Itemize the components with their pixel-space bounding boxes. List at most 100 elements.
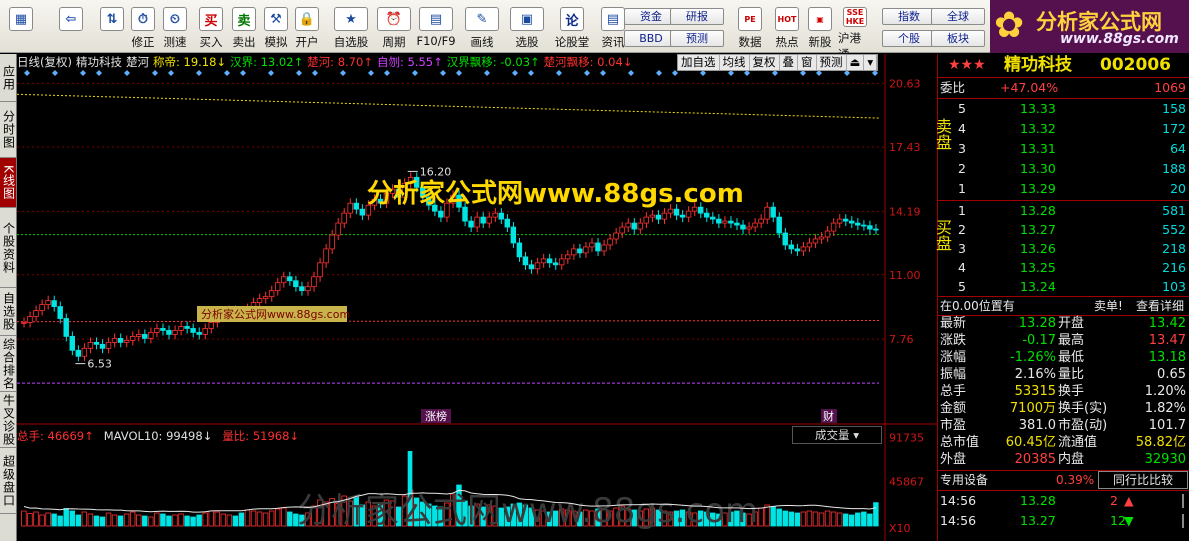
volume-bar	[105, 512, 112, 527]
toolbar-label: 画线	[470, 35, 494, 49]
chart-tool-7[interactable]: ▾	[864, 55, 878, 70]
toolbar-small-button-7[interactable]: 板块	[931, 30, 985, 47]
signal-diamond	[440, 70, 446, 76]
scrollbar[interactable]	[1182, 514, 1186, 528]
high-price-label: 16.20	[420, 165, 452, 178]
toolbar-button-9[interactable]: ★ 自选股	[330, 5, 372, 51]
title-item-8: 楚河飘移: 0.04↓	[543, 55, 633, 69]
toolbar-button-16[interactable]: PE 数据	[733, 5, 767, 51]
side-tab-4[interactable]: 自选股	[0, 288, 16, 336]
toolbar-button-11[interactable]: ▤ F10/F9	[415, 5, 457, 51]
sell-order-row[interactable]: 5 13.33 158	[938, 99, 1189, 119]
toolbar-button-18[interactable]: ▣ 新股	[803, 5, 837, 51]
stat-value: -0.17	[1022, 333, 1056, 348]
buy-order-row[interactable]: 5 13.24 103	[938, 277, 1189, 297]
side-tab-0[interactable]: 应用	[0, 54, 16, 102]
chart-tool-1[interactable]: 均线	[720, 55, 750, 70]
sell-order-row[interactable]: 3 13.31 64	[938, 139, 1189, 159]
toolbar-button-3[interactable]: ⏱ 修正	[128, 5, 158, 51]
sell-single-link[interactable]: 卖单!	[1094, 296, 1123, 316]
candle	[637, 222, 643, 230]
toolbar-button-14[interactable]: 论论股堂	[551, 5, 593, 51]
chart-tool-2[interactable]: 复权	[750, 55, 780, 70]
order-level: 3	[958, 141, 966, 156]
toolbar-button-19[interactable]: SSE HKE沪港通	[838, 5, 872, 61]
toolbar-button-17[interactable]: HOT 热点	[770, 5, 804, 51]
tag-zhangbang: 涨榜	[425, 409, 447, 423]
chart-tool-6[interactable]: ⏏	[847, 55, 865, 70]
candle	[601, 244, 607, 252]
toolbar-button-1[interactable]: ⇦	[56, 5, 86, 51]
view-detail-link[interactable]: 查看详细	[1136, 296, 1184, 316]
toolbar-label: 论股堂	[554, 35, 590, 49]
candle	[293, 280, 299, 288]
toolbar-small-button-6[interactable]: 全球	[931, 8, 985, 25]
stat-row: 总市值 60.45亿 流通值 58.82亿	[938, 434, 1189, 451]
side-tab-7[interactable]: 超级盘口	[0, 448, 16, 514]
toolbar-small-button-4[interactable]: 指数	[882, 8, 936, 25]
stock-name: 精功科技	[1004, 55, 1072, 75]
volume-bar	[226, 514, 233, 527]
stat-label: 最高	[1058, 333, 1085, 348]
volume-bar	[818, 512, 825, 527]
side-tab-2[interactable]: K线图	[0, 158, 16, 208]
toolbar-button-13[interactable]: ▣ 选股	[506, 5, 548, 51]
buy-order-row[interactable]: 4 13.25 216	[938, 258, 1189, 278]
side-tab-5[interactable]: 综合排名	[0, 336, 16, 392]
sell-order-row[interactable]: 2 13.30 188	[938, 159, 1189, 179]
toolbar-button-8[interactable]: 🔒 开户	[292, 5, 322, 51]
kline-chart-panel[interactable]: 20.63 17.43 14.19 11.00 7.76 16.20 6.53 分析家公式网w…	[17, 54, 937, 541]
volume-bar	[129, 511, 136, 527]
buy-order-row[interactable]: 1 13.28 581	[938, 201, 1189, 221]
chart-tool-5[interactable]: 预测	[817, 55, 847, 70]
scrollbar[interactable]	[1182, 494, 1186, 508]
volume-legend-item-0: 总手: 46669↑	[17, 429, 94, 443]
toolbar-button-0[interactable]: ▦	[6, 5, 36, 51]
stat-label: 总手	[940, 384, 967, 399]
tick-time: 14:56	[940, 493, 977, 508]
toolbar-button-7[interactable]: ⚒ 模拟	[261, 5, 291, 51]
candle	[63, 318, 69, 337]
toolbar-button-10[interactable]: ⏰ 周期	[373, 5, 415, 51]
chart-tool-4[interactable]: 窗	[798, 55, 817, 70]
clock-icon: ⏱	[131, 7, 155, 31]
candle	[673, 208, 680, 216]
toolbar-small-button-2[interactable]: 研报	[670, 8, 724, 25]
candle	[438, 210, 444, 218]
hot-icon: HOT	[775, 7, 799, 31]
compare-button[interactable]: 同行比比较	[1098, 471, 1188, 489]
buy-order-row[interactable]: 2 13.27 552	[938, 220, 1189, 240]
sell-order-row[interactable]: 4 13.32 172	[938, 119, 1189, 139]
toolbar-small-button-5[interactable]: 个股	[882, 30, 936, 47]
candle	[287, 276, 293, 282]
side-tab-1[interactable]: 分时图	[0, 102, 16, 158]
candle	[274, 282, 281, 292]
chart-tool-3[interactable]: 叠	[780, 55, 798, 70]
stat-label: 最低	[1058, 350, 1085, 365]
candle	[27, 316, 33, 323]
volume-indicator-dropdown[interactable]: 成交量 ▾	[792, 426, 882, 444]
chart-tool-0[interactable]: 加自选	[678, 55, 720, 70]
volume-bar	[178, 513, 184, 527]
candle	[323, 248, 329, 264]
toolbar-button-12[interactable]: ✎ 画线	[461, 5, 503, 51]
order-level: 2	[958, 161, 966, 176]
toolbar-button-2[interactable]: ⇅	[97, 5, 127, 51]
toolbar-small-button-3[interactable]: 预测	[670, 30, 724, 47]
candle	[619, 226, 625, 234]
toolbar-button-5[interactable]: 买买入	[196, 5, 226, 51]
toolbar-button-4[interactable]: ⏲ 测速	[160, 5, 190, 51]
toolbar-button-6[interactable]: 卖卖出	[229, 5, 259, 51]
kline-chart[interactable]: 20.63 17.43 14.19 11.00 7.76 16.20 6.53 分析家公式网w…	[17, 54, 937, 541]
side-tab-6[interactable]: 牛叉诊股	[0, 392, 16, 448]
candle	[758, 218, 764, 224]
stat-label: 量比	[1058, 367, 1085, 382]
buy-order-row[interactable]: 3 13.26 218	[938, 239, 1189, 259]
candle	[51, 300, 57, 307]
side-tab-3[interactable]: 个股资料	[0, 208, 16, 288]
candle	[848, 220, 855, 224]
sell-order-row[interactable]: 1 13.29 20	[938, 179, 1189, 199]
stat-value: 13.47	[1148, 333, 1186, 348]
signal-diamond	[368, 70, 374, 76]
candle	[196, 332, 202, 335]
